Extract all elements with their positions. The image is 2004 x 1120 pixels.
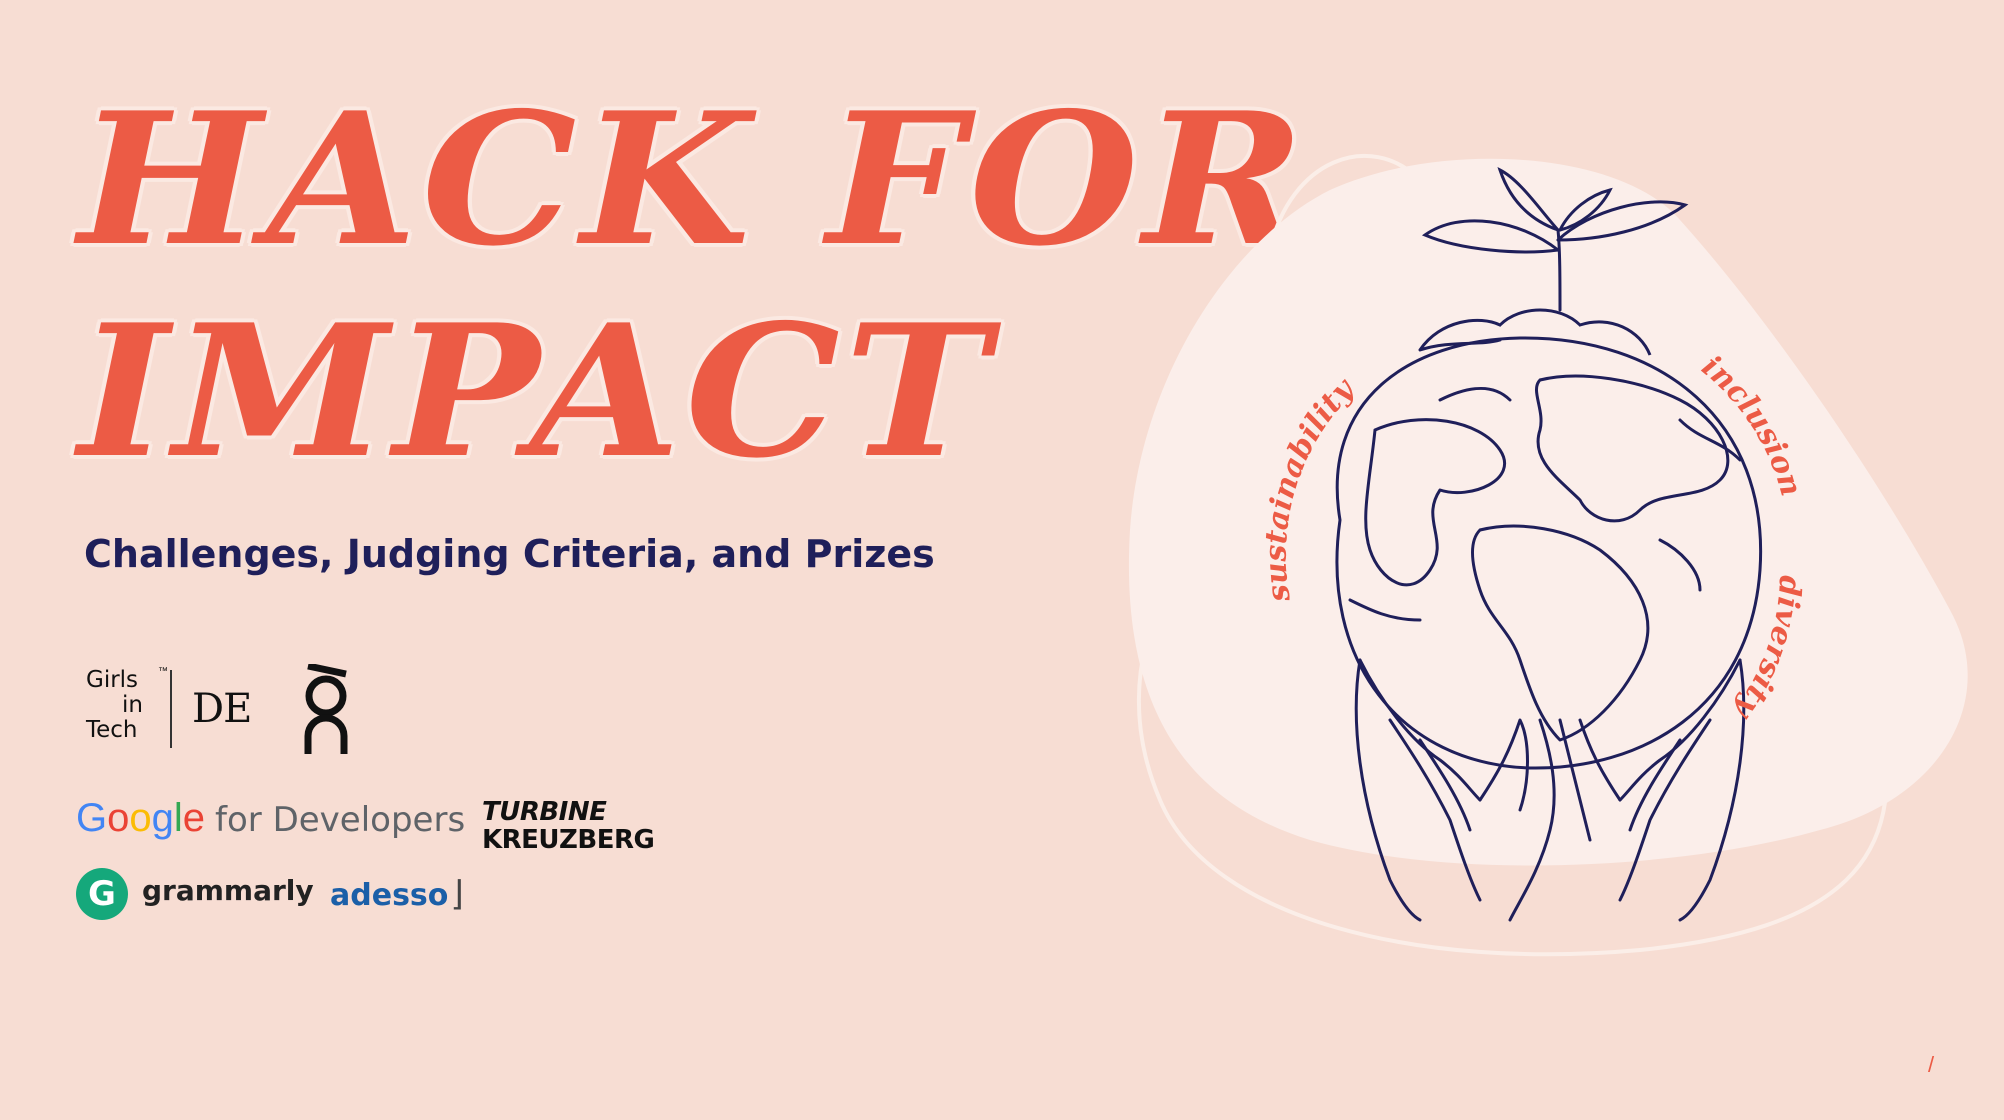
google-letter: g <box>151 796 174 840</box>
logo-divider <box>170 670 172 748</box>
girls-in-tech-line2: in <box>122 692 143 718</box>
grammarly-icon: G <box>76 868 128 920</box>
on-logo-mark <box>304 662 348 754</box>
girls-in-tech-line3: Tech <box>86 717 138 743</box>
turbine-line2: KREUZBERG <box>482 825 655 855</box>
girls-in-tech-line1: Girls <box>86 667 139 693</box>
google-for-developers-logo: Google for Developers <box>76 796 465 841</box>
grammarly-wordmark: grammarly <box>142 874 314 907</box>
title-line-2: IMPACT <box>78 284 994 498</box>
google-wordmark: Google <box>76 796 205 840</box>
turbine-kreuzberg-logo: TURBINE KREUZBERG <box>482 797 655 855</box>
blob-fill <box>1128 158 1968 866</box>
subtitle: Challenges, Judging Criteria, and Prizes <box>84 532 935 576</box>
trademark-symbol: ™ <box>158 666 168 677</box>
google-letter: o <box>129 796 152 840</box>
turbine-line1: TURBINE <box>482 797 607 827</box>
adesso-bracket-icon: ⌋ <box>450 874 464 914</box>
adesso-wordmark: adesso <box>330 878 449 913</box>
girls-in-tech-wordmark: Girls in Tech <box>86 668 158 743</box>
page-marker: / <box>1928 1052 1935 1077</box>
region-label: DE <box>192 686 252 732</box>
google-letter: e <box>182 796 206 840</box>
globe-illustration: sustainability inclusion diversity <box>1128 153 1968 957</box>
google-letter: G <box>76 796 108 840</box>
google-suffix: for Developers <box>215 800 466 840</box>
girls-in-tech-logo: Girls in Tech ™ DE <box>86 666 252 748</box>
grammarly-logo: G grammarly <box>76 868 314 920</box>
google-letter: o <box>107 796 130 840</box>
google-letter: l <box>173 796 183 840</box>
on-logo <box>302 662 350 756</box>
adesso-logo: adesso⌋ <box>330 874 464 914</box>
